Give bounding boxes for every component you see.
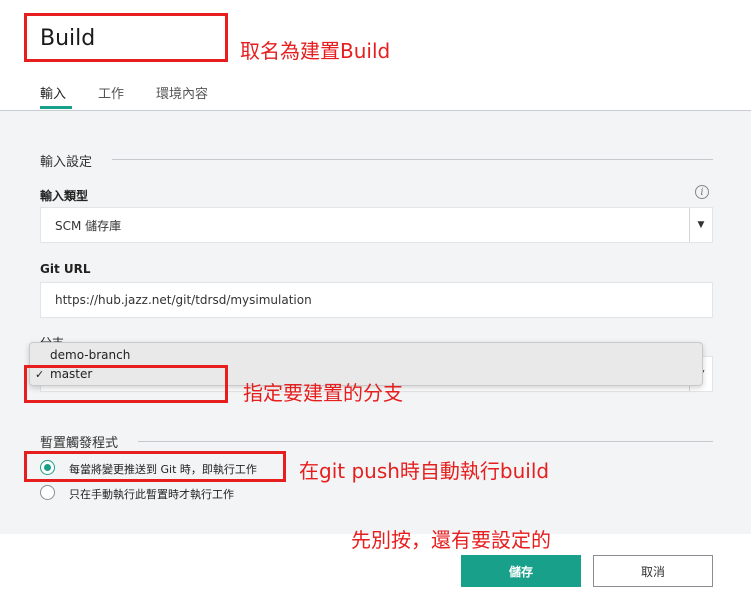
annotation-box-name (24, 13, 228, 62)
git-url-value: https://hub.jazz.net/git/tdrsd/mysimulat… (55, 293, 312, 307)
annotation-save-note: 先別按，還有要設定的 (351, 528, 551, 552)
trigger-section-title: 暫置觸發程式 (40, 436, 119, 451)
annotation-trigger-note: 在git push時自動執行build (299, 459, 550, 483)
input-type-value: SCM 儲存庫 (55, 218, 122, 233)
trigger-manual-label[interactable]: 只在手動執行此暫置時才執行工作 (69, 486, 234, 502)
tab-input[interactable]: 輸入 (40, 83, 66, 102)
input-settings-title: 輸入設定 (40, 155, 93, 170)
trigger-manual-radio[interactable] (40, 485, 55, 500)
git-url-input[interactable]: https://hub.jazz.net/git/tdrsd/mysimulat… (40, 282, 713, 318)
section-divider (112, 159, 713, 160)
annotation-name-note: 取名為建置Build (240, 39, 391, 63)
git-url-label: Git URL (40, 262, 91, 276)
input-type-label: 輸入類型 (40, 189, 89, 203)
input-type-select[interactable]: SCM 儲存庫 ▼ (40, 207, 713, 243)
tab-jobs[interactable]: 工作 (98, 83, 124, 102)
annotation-box-branch (24, 365, 228, 403)
active-tab-indicator (40, 106, 72, 109)
save-button[interactable]: 儲存 (461, 555, 581, 587)
annotation-branch-note: 指定要建置的分支 (243, 381, 403, 405)
info-icon[interactable]: i (695, 185, 709, 199)
cancel-button[interactable]: 取消 (593, 555, 713, 587)
annotation-box-trigger (24, 451, 286, 482)
section-divider (138, 441, 713, 442)
tab-environment-properties[interactable]: 環境內容 (156, 83, 208, 102)
caret-down-icon[interactable]: ▼ (689, 208, 712, 242)
branch-option-demo-branch[interactable]: demo-branch (50, 348, 130, 362)
